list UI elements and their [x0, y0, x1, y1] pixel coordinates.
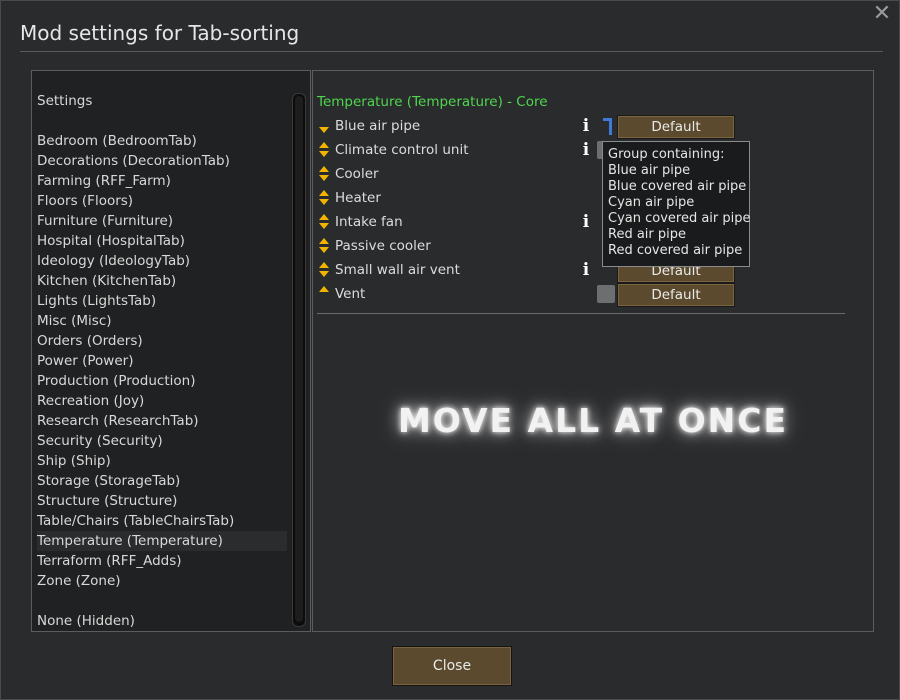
tooltip-line: Blue covered air pipe — [608, 179, 747, 194]
list-item-zone[interactable]: Zone (Zone) — [37, 571, 287, 591]
vent-thumbnail-icon — [597, 285, 615, 303]
info-icon[interactable]: i — [581, 260, 591, 280]
reorder-arrows[interactable] — [318, 260, 330, 280]
tooltip-line: Red air pipe — [608, 227, 686, 242]
move-down-icon[interactable] — [319, 199, 329, 205]
reorder-arrows[interactable] — [318, 164, 330, 184]
title-divider — [20, 51, 883, 52]
row-label: Climate control unit — [335, 142, 469, 158]
move-up-icon[interactable] — [319, 190, 329, 196]
move-down-icon[interactable] — [319, 247, 329, 253]
reorder-arrows[interactable] — [318, 212, 330, 232]
move-up-icon[interactable] — [319, 142, 329, 148]
list-item-kitchen[interactable]: Kitchen (KitchenTab) — [37, 271, 287, 291]
list-item-settings[interactable]: Settings — [37, 91, 287, 111]
row-label: Passive cooler — [335, 238, 431, 254]
default-button[interactable]: Default — [617, 283, 735, 307]
tooltip-line: Blue air pipe — [608, 163, 691, 178]
row-label: Heater — [335, 190, 381, 206]
list-item-ideology[interactable]: Ideology (IdeologyTab) — [37, 251, 287, 271]
row-heater: Heater — [313, 186, 853, 210]
row-small-wall-air-vent: Small wall air vent i Default — [313, 258, 853, 283]
list-item-misc[interactable]: Misc (Misc) — [37, 311, 287, 331]
list-scrollbar[interactable] — [292, 93, 306, 627]
list-item-bedroom[interactable]: Bedroom (BedroomTab) — [37, 131, 287, 151]
window-title: Mod settings for Tab-sorting — [20, 21, 300, 45]
list-item-none-hidden[interactable]: None (Hidden) — [37, 611, 287, 631]
close-icon[interactable]: ✕ — [871, 3, 893, 25]
list-item-storage[interactable]: Storage (StorageTab) — [37, 471, 287, 491]
row-label: Intake fan — [335, 214, 403, 230]
blue-pipe-thumbnail-icon — [597, 117, 615, 135]
reorder-arrows[interactable] — [318, 140, 330, 160]
tab-contents-panel: Temperature (Temperature) - Core Blue ai… — [312, 70, 874, 632]
row-vent: Vent Default — [313, 282, 853, 307]
move-up-icon[interactable] — [319, 166, 329, 172]
move-down-icon[interactable] — [319, 151, 329, 157]
move-up-icon[interactable] — [319, 238, 329, 244]
list-item-power[interactable]: Power (Power) — [37, 351, 287, 371]
row-intake-fan: Intake fan i — [313, 210, 853, 234]
row-label: Small wall air vent — [335, 262, 460, 278]
scrollbar-thumb[interactable] — [295, 96, 303, 622]
move-down-icon[interactable] — [319, 127, 329, 133]
list-item-production[interactable]: Production (Production) — [37, 371, 287, 391]
list-item-ship[interactable]: Ship (Ship) — [37, 451, 287, 471]
move-down-icon[interactable] — [319, 175, 329, 181]
list-item-hospital[interactable]: Hospital (HospitalTab) — [37, 231, 287, 251]
info-icon[interactable]: i — [581, 212, 591, 232]
tooltip-line: Cyan covered air pipe — [608, 211, 751, 226]
move-up-icon[interactable] — [319, 262, 329, 268]
content-divider — [317, 313, 845, 314]
row-label: Vent — [335, 286, 366, 302]
tooltip-line: Red covered air pipe — [608, 243, 743, 258]
list-item-farming[interactable]: Farming (RFF_Farm) — [37, 171, 287, 191]
tooltip-line: Cyan air pipe — [608, 195, 695, 210]
list-item-floors[interactable]: Floors (Floors) — [37, 191, 287, 211]
info-icon[interactable]: i — [581, 116, 591, 136]
list-item-furniture[interactable]: Furniture (Furniture) — [37, 211, 287, 231]
row-label: Cooler — [335, 166, 379, 182]
row-label: Blue air pipe — [335, 118, 421, 134]
move-up-icon[interactable] — [319, 286, 329, 292]
row-cooler: Cooler — [313, 162, 853, 186]
list-item-orders[interactable]: Orders (Orders) — [37, 331, 287, 351]
row-blue-air-pipe: Blue air pipe i Default — [313, 114, 853, 139]
list-item-security[interactable]: Security (Security) — [37, 431, 287, 451]
reorder-arrows[interactable] — [318, 188, 330, 208]
list-item-decorations[interactable]: Decorations (DecorationTab) — [37, 151, 287, 171]
row-climate-control-unit: Climate control unit i — [313, 138, 853, 162]
list-item-lights[interactable]: Lights (LightsTab) — [37, 291, 287, 311]
tooltip-heading: Group containing: — [608, 147, 725, 162]
move-down-icon[interactable] — [319, 223, 329, 229]
reorder-arrows[interactable] — [318, 116, 330, 136]
group-title: Temperature (Temperature) - Core — [317, 94, 548, 110]
close-button[interactable]: Close — [392, 646, 512, 686]
list-item-recreation[interactable]: Recreation (Joy) — [37, 391, 287, 411]
mod-settings-window: ✕ Mod settings for Tab-sorting Settings … — [0, 0, 900, 700]
move-up-icon[interactable] — [319, 214, 329, 220]
row-passive-cooler: Passive cooler — [313, 234, 853, 258]
list-item-table-chairs[interactable]: Table/Chairs (TableChairsTab) — [37, 511, 287, 531]
group-tooltip: Group containing: Blue air pipe Blue cov… — [602, 141, 751, 267]
list-item-research[interactable]: Research (ResearchTab) — [37, 411, 287, 431]
move-all-at-once-label[interactable]: MOVE ALL AT ONCE — [313, 401, 873, 440]
tab-list-panel: Settings Bedroom (BedroomTab) Decoration… — [31, 70, 311, 632]
reorder-arrows[interactable] — [318, 236, 330, 256]
move-down-icon[interactable] — [319, 271, 329, 277]
list-item-temperature[interactable]: Temperature (Temperature) — [37, 531, 287, 551]
list-item-terraform[interactable]: Terraform (RFF_Adds) — [37, 551, 287, 571]
list-item-structure[interactable]: Structure (Structure) — [37, 491, 287, 511]
info-icon[interactable]: i — [581, 140, 591, 160]
reorder-arrows[interactable] — [318, 284, 330, 304]
default-button[interactable]: Default — [617, 115, 735, 139]
